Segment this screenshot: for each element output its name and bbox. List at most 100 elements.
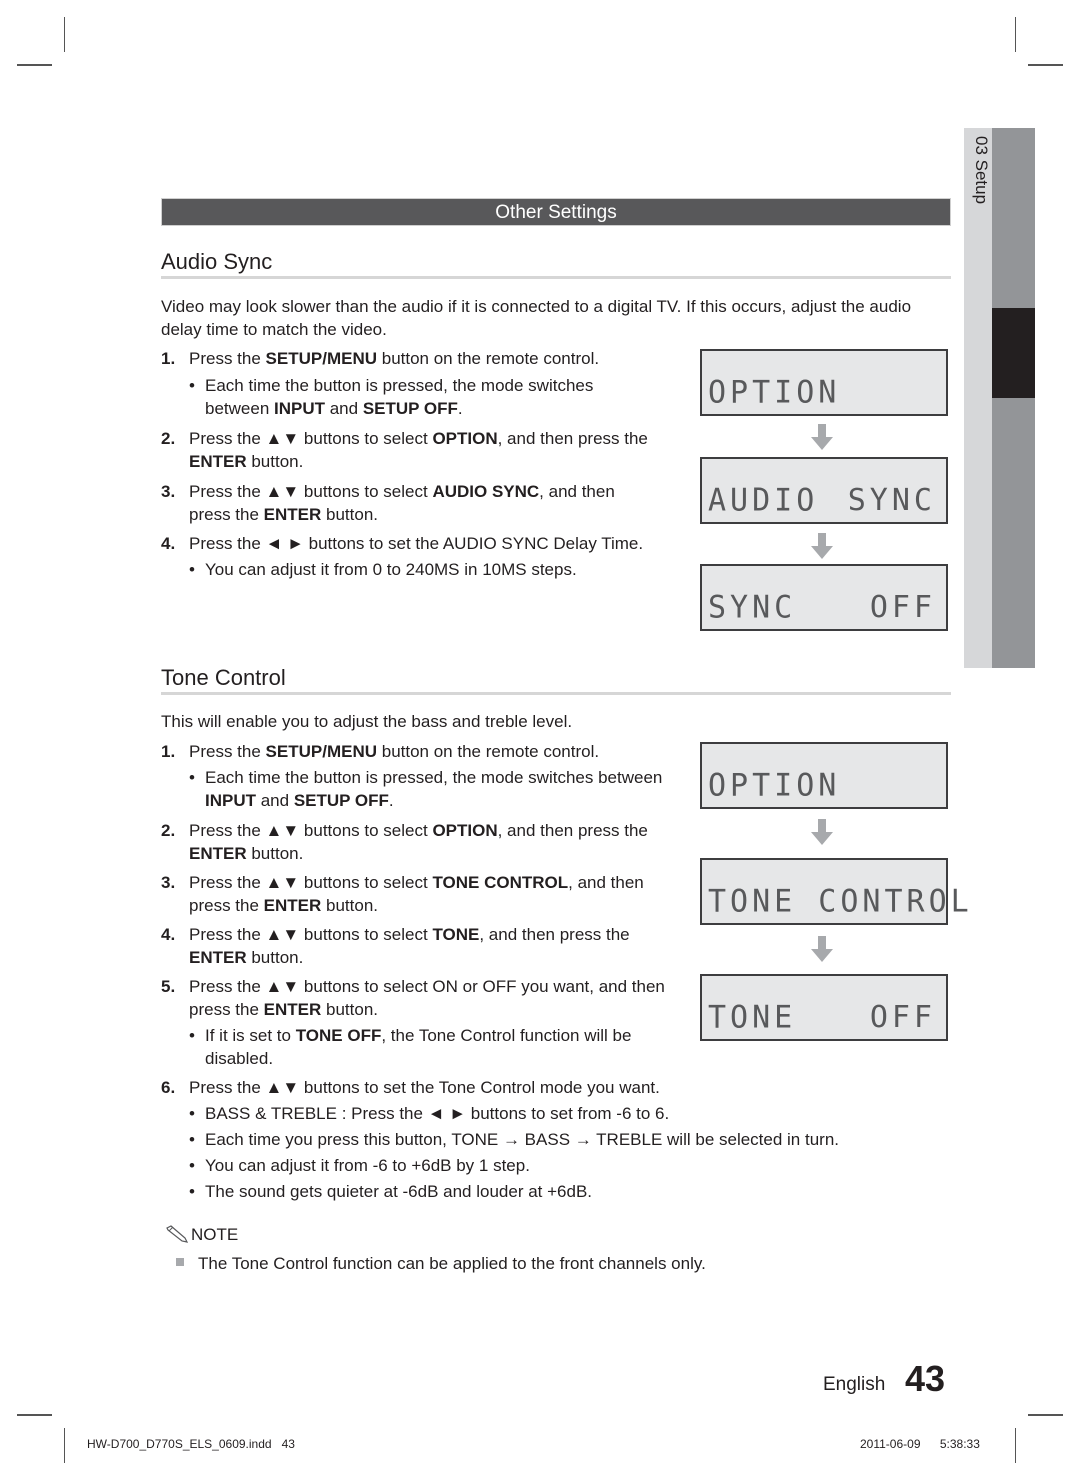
bullet-icon: • — [189, 768, 195, 787]
heading-rule — [161, 692, 951, 695]
audio-sync-step-2: 2. Press the ▲▼ buttons to select OPTION… — [161, 427, 681, 473]
lcd-display-sync-off: SYNC OFF — [700, 564, 948, 631]
audio-sync-step-3: 3. Press the ▲▼ buttons to select AUDIO … — [161, 480, 681, 526]
bullet-text: disabled. — [205, 1049, 274, 1068]
crop-mark — [1028, 1414, 1063, 1416]
step-text: button. — [321, 1000, 378, 1019]
step-number: 1. — [161, 742, 176, 761]
tone-control-step-6-bullet-4: • The sound gets quieter at -6dB and lou… — [189, 1180, 889, 1203]
step-key: ENTER — [263, 1000, 322, 1019]
lcd-text: TONE — [708, 999, 797, 1036]
lcd-display-audio-sync: AUDIO SYNC — [700, 457, 948, 524]
step-text: Press the ▲▼ buttons to select ON or OFF… — [189, 977, 665, 996]
lcd-text-right: OFF — [869, 1000, 936, 1035]
tone-control-intro: This will enable you to adjust the bass … — [161, 712, 573, 731]
step-key: OPTION — [432, 429, 498, 448]
step-number: 5. — [161, 977, 176, 996]
step-number: 1. — [161, 349, 176, 368]
note-heading: NOTE — [165, 1225, 238, 1245]
crop-mark — [1028, 64, 1063, 66]
section-header-bar: Other Settings — [161, 198, 951, 226]
bullet-icon: • — [189, 376, 195, 395]
bullet-text: You can adjust it from -6 to +6dB by 1 s… — [205, 1156, 530, 1175]
step-number: 6. — [161, 1078, 176, 1097]
step-text: press the — [189, 896, 264, 915]
step-number: 3. — [161, 482, 176, 501]
note-heading-text: NOTE — [191, 1225, 239, 1244]
audio-sync-step-1: 1. Press the SETUP/MENU button on the re… — [161, 347, 681, 370]
step-key: AUDIO SYNC — [432, 482, 540, 501]
lcd-text: OPTION — [708, 374, 841, 411]
tone-control-step-3: 3. Press the ▲▼ buttons to select TONE C… — [161, 871, 681, 917]
step-number: 3. — [161, 873, 176, 892]
slug-date: 2011-06-09 — [860, 1437, 921, 1451]
heading-rule — [161, 276, 951, 279]
step-key: ENTER — [189, 844, 247, 863]
tone-control-step-6-bullet-1: • BASS & TREBLE : Press the ◄ ► buttons … — [189, 1102, 889, 1125]
lcd-text: TONE CONTROL — [708, 883, 973, 920]
bullet-text: Each time you press this button, TONE → … — [205, 1130, 840, 1149]
step-text: Press the — [189, 349, 266, 368]
bullet-text: , the Tone Control function will be — [381, 1026, 632, 1045]
footer-language: English — [823, 1374, 886, 1395]
pencil-icon — [166, 1225, 189, 1243]
bullet-text: between — [205, 399, 274, 418]
bullet-text: Each time the button is pressed, the mod… — [205, 376, 594, 395]
tone-control-step-6: 6. Press the ▲▼ buttons to set the Tone … — [161, 1076, 761, 1099]
bullet-icon: • — [189, 560, 195, 579]
bullet-key: INPUT — [205, 791, 256, 810]
step-text: press the — [189, 505, 264, 524]
bullet-icon: • — [189, 1130, 195, 1149]
chapter-tab-active-marker — [992, 308, 1035, 398]
step-text: press the — [189, 1000, 264, 1019]
bullet-text: . — [457, 399, 463, 418]
bullet-text: and — [256, 791, 294, 810]
step-text: button. — [246, 844, 304, 863]
step-key: ENTER — [189, 948, 247, 967]
bullet-key: SETUP OFF — [362, 399, 458, 418]
bullet-icon: • — [189, 1182, 195, 1201]
slug-datetime: 2011-06-09 5:38:33 — [860, 1437, 980, 1451]
lcd-display-option: OPTION — [700, 742, 948, 809]
step-text: button. — [321, 896, 378, 915]
bullet-text: BASS & TREBLE : Press the ◄ ► buttons to… — [205, 1104, 670, 1123]
note-text: The Tone Control function can be applied… — [198, 1254, 706, 1273]
tone-control-step-4: 4. Press the ▲▼ buttons to select TONE, … — [161, 923, 681, 969]
down-arrow-icon — [811, 819, 833, 845]
bullet-key: TONE OFF — [295, 1026, 382, 1045]
step-text: button on the remote control. — [377, 349, 600, 368]
bullet-icon: • — [189, 1104, 195, 1123]
step-key: TONE — [432, 925, 480, 944]
lcd-display-tone-control: TONE CONTROL — [700, 858, 969, 925]
down-arrow-icon — [811, 533, 833, 559]
lcd-text-right: SYNC — [847, 483, 936, 518]
crop-mark — [1015, 1428, 1016, 1463]
lcd-text: OPTION — [708, 767, 841, 804]
crop-mark — [17, 64, 52, 66]
tone-control-step-2: 2. Press the ▲▼ buttons to select OPTION… — [161, 819, 681, 865]
step-text: , and then — [568, 873, 644, 892]
step-text: Press the ▲▼ buttons to select — [189, 925, 433, 944]
step-text: button. — [246, 948, 304, 967]
step-text: button on the remote control. — [377, 742, 600, 761]
step-text: , and then press the — [497, 429, 648, 448]
bullet-text: and — [325, 399, 363, 418]
tone-control-step-6-bullet-2: • Each time you press this button, TONE … — [189, 1128, 889, 1151]
step-key: TONE CONTROL — [432, 873, 569, 892]
step-number: 4. — [161, 925, 176, 944]
tone-control-step-6-bullet-3: • You can adjust it from -6 to +6dB by 1… — [189, 1154, 889, 1177]
audio-sync-step-4: 4. Press the ◄ ► buttons to set the AUDI… — [161, 532, 681, 555]
crop-mark — [1015, 17, 1016, 52]
step-number: 2. — [161, 429, 176, 448]
lcd-display-option: OPTION — [700, 349, 948, 416]
tone-control-step-5: 5. Press the ▲▼ buttons to select ON or … — [161, 975, 691, 1021]
page-number: 43 — [905, 1358, 946, 1399]
chapter-label: 03 Setup — [972, 136, 991, 205]
bullet-key: INPUT — [274, 399, 325, 418]
step-text: Press the ◄ ► buttons to set the AUDIO S… — [189, 534, 644, 553]
step-text: Press the ▲▼ buttons to select — [189, 482, 433, 501]
bullet-text: Each time the button is pressed, the mod… — [205, 768, 663, 787]
step-text: Press the ▲▼ buttons to select — [189, 429, 433, 448]
step-key: ENTER — [263, 505, 322, 524]
step-number: 2. — [161, 821, 176, 840]
